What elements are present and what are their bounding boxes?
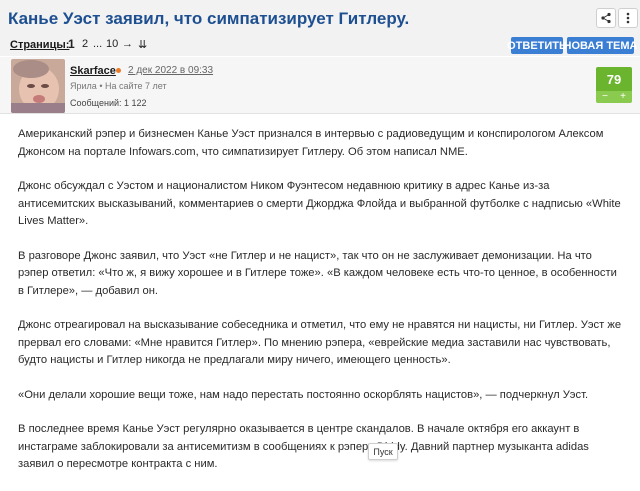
post-paragraph: В разговоре Джонс заявил, что Уэст «не Г… — [18, 249, 617, 297]
next-page-button[interactable]: → — [122, 38, 133, 50]
share-icon — [601, 12, 611, 24]
author-meta: Ярила • На сайте 7 лет — [70, 81, 167, 91]
rating-controls: − + — [596, 91, 632, 103]
post-paragraph: В последнее время Канье Уэст регулярно о… — [18, 423, 589, 470]
page-ellipsis: ... — [93, 38, 103, 50]
post-header: Skarface 2 дек 2022 в 09:33 Ярила • На с… — [0, 57, 640, 114]
page-link-10[interactable]: 10 — [106, 38, 118, 50]
page-link-2[interactable]: 2 — [82, 38, 88, 50]
rating-plus-button[interactable]: + — [614, 91, 632, 103]
author-message-count: Сообщений: 1 122 — [70, 98, 147, 108]
new-topic-button[interactable]: НОВАЯ ТЕМА — [564, 37, 637, 54]
share-button[interactable] — [596, 8, 616, 28]
author-location: Ярила — [70, 81, 97, 91]
post-body: Американский рэпер и бизнесмен Канье Уэс… — [18, 126, 624, 491]
rating-minus-button[interactable]: − — [596, 91, 614, 103]
online-status-icon — [116, 68, 121, 73]
pagination-label: Страницы: — [10, 39, 70, 51]
post-paragraph: Американский рэпер и бизнесмен Канье Уэс… — [18, 128, 604, 158]
post-paragraph: Джонс обсуждал с Уэстом и националистом … — [18, 180, 621, 227]
author-tenure: На сайте 7 лет — [104, 81, 167, 91]
avatar[interactable] — [11, 59, 65, 113]
page-current: 1 — [68, 37, 75, 51]
post-author-link[interactable]: Skarface — [70, 65, 116, 77]
post-paragraph: Джонс отреагировал на высказывание собес… — [18, 319, 622, 366]
thread-menu-button[interactable] — [618, 8, 638, 28]
post-paragraph: «Они делали хорошие вещи тоже, нам надо … — [18, 388, 589, 401]
post-rating: 79 − + — [596, 67, 632, 103]
last-page-button[interactable]: ⇊ — [138, 38, 147, 51]
reply-button[interactable]: ОТВЕТИТЬ — [507, 37, 567, 54]
post-date-link[interactable]: 2 дек 2022 в 09:33 — [128, 65, 213, 76]
vertical-dots-icon — [626, 12, 630, 24]
thread-title: Канье Уэст заявил, что симпатизирует Гит… — [8, 9, 410, 28]
thread-header: Канье Уэст заявил, что симпатизирует Гит… — [0, 0, 640, 37]
rating-value: 79 — [596, 67, 632, 91]
start-tooltip: Пуск — [368, 443, 398, 460]
